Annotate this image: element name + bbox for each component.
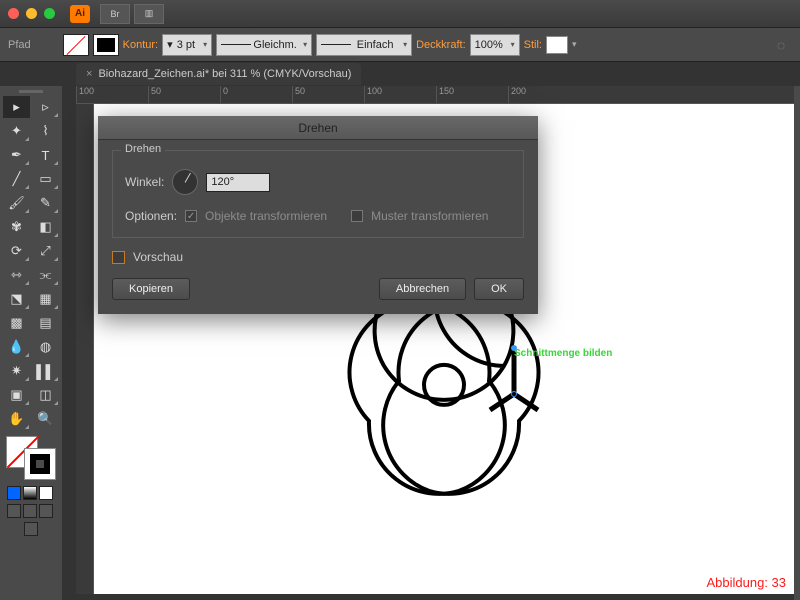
opacity-value: 100% — [475, 39, 503, 51]
close-window-button[interactable] — [8, 8, 19, 19]
blend-tool[interactable]: ◍ — [32, 336, 59, 358]
opacity-dropdown[interactable]: 100%▾ — [470, 34, 520, 56]
brush-definition-dropdown[interactable]: Einfach▾ — [316, 34, 412, 56]
direct-selection-tool[interactable]: ▹ — [32, 96, 59, 118]
arrange-documents-button[interactable]: ▥ — [134, 4, 164, 24]
transform-patterns-checkbox[interactable] — [351, 210, 363, 222]
stroke-box[interactable] — [24, 448, 56, 480]
preview-label: Vorschau — [133, 250, 183, 264]
window-traffic-lights — [8, 8, 55, 19]
draw-normal-button[interactable] — [7, 504, 21, 518]
fieldset-legend: Drehen — [121, 143, 165, 155]
pen-tool[interactable]: ✒ — [3, 144, 30, 166]
type-tool[interactable]: T — [32, 144, 59, 166]
slice-tool[interactable]: ◫ — [32, 384, 59, 406]
stroke-weight-dropdown[interactable]: ▾3 pt▾ — [162, 34, 212, 56]
rotate-dialog: Drehen Drehen Winkel: Optionen: Objekte … — [98, 116, 538, 314]
transform-objects-checkbox[interactable] — [185, 210, 197, 222]
rectangle-tool[interactable]: ▭ — [32, 168, 59, 190]
transform-patterns-label: Muster transformieren — [371, 209, 488, 223]
rotate-fieldset: Drehen Winkel: Optionen: Objekte transfo… — [112, 150, 524, 238]
symbol-sprayer-tool[interactable]: ✷ — [3, 360, 30, 382]
width-tool[interactable]: ⇿ — [3, 264, 30, 286]
minimize-window-button[interactable] — [26, 8, 37, 19]
fill-stroke-control[interactable] — [6, 436, 56, 480]
variable-width-profile-dropdown[interactable]: Gleichm.▾ — [216, 34, 312, 56]
perspective-grid-tool[interactable]: ▦ — [32, 288, 59, 310]
selection-tool[interactable]: ▸ — [3, 96, 30, 118]
right-panel-dock — [794, 86, 800, 600]
transform-objects-label: Objekte transformieren — [205, 209, 327, 223]
angle-gauge[interactable] — [172, 169, 198, 195]
window-titlebar: Ai Br ▥ — [0, 0, 800, 28]
stroke-swatch[interactable] — [93, 34, 119, 56]
options-label: Optionen: — [125, 209, 177, 223]
stroke-label: Kontur: — [123, 39, 158, 51]
paintbrush-tool[interactable]: 🖌 — [3, 192, 30, 214]
rotate-tool[interactable]: ⟳ — [3, 240, 30, 262]
stroke-weight-value: 3 pt — [177, 39, 195, 51]
angle-label: Winkel: — [125, 175, 164, 189]
copy-button[interactable]: Kopieren — [112, 278, 190, 300]
fill-swatch[interactable] — [63, 34, 89, 56]
hand-tool[interactable]: ✋ — [3, 408, 30, 430]
line-tool[interactable]: ╱ — [3, 168, 30, 190]
gradient-mode-button[interactable] — [23, 486, 37, 500]
mesh-tool[interactable]: ▩ — [3, 312, 30, 334]
document-tab[interactable]: × Biohazard_Zeichen.ai* bei 311 % (CMYK/… — [76, 63, 361, 85]
cancel-button[interactable]: Abbrechen — [379, 278, 466, 300]
smart-guide-hint: Schnittmenge bilden — [514, 348, 612, 359]
tools-panel: ▸ ▹ ✦ ⌇ ✒ T ╱ ▭ 🖌 ✎ ✾ ◧ ⟳ ⤢ ⇿ ⫘ ⬔ ▦ ▩ ▤ … — [0, 86, 62, 600]
figure-label: Abbildung: 33 — [706, 575, 786, 590]
screen-mode-row — [3, 520, 59, 538]
control-bar: Pfad Kontur: ▾3 pt▾ Gleichm.▾ Einfach▾ D… — [0, 28, 800, 62]
magic-wand-tool[interactable]: ✦ — [3, 120, 30, 142]
graphic-style-swatch[interactable] — [546, 36, 568, 54]
eyedropper-tool[interactable]: 💧 — [3, 336, 30, 358]
selection-type-label: Pfad — [8, 39, 31, 51]
zoom-window-button[interactable] — [44, 8, 55, 19]
cap-value: Gleichm. — [253, 39, 296, 51]
scale-tool[interactable]: ⤢ — [32, 240, 59, 262]
gradient-tool[interactable]: ▤ — [32, 312, 59, 334]
dialog-title[interactable]: Drehen — [98, 116, 538, 140]
draw-inside-button[interactable] — [39, 504, 53, 518]
column-graph-tool[interactable]: ▌▌ — [32, 360, 59, 382]
document-tab-title: Biohazard_Zeichen.ai* bei 311 % (CMYK/Vo… — [98, 68, 351, 80]
color-mode-row — [3, 484, 59, 502]
screen-mode-button[interactable] — [24, 522, 38, 536]
zoom-tool[interactable]: 🔍 — [32, 408, 59, 430]
preview-checkbox[interactable] — [112, 251, 125, 264]
lasso-tool[interactable]: ⌇ — [32, 120, 59, 142]
color-mode-button[interactable] — [7, 486, 21, 500]
none-mode-button[interactable] — [39, 486, 53, 500]
pencil-tool[interactable]: ✎ — [32, 192, 59, 214]
vertical-ruler[interactable] — [76, 104, 94, 594]
style-label: Stil: — [524, 39, 542, 51]
panel-grip-icon[interactable] — [19, 90, 43, 93]
app-icon: Ai — [70, 5, 90, 23]
free-transform-tool[interactable]: ⫘ — [32, 264, 59, 286]
draw-behind-button[interactable] — [23, 504, 37, 518]
draw-mode-row — [3, 502, 59, 520]
horizontal-ruler[interactable]: 10050050100150200 — [76, 86, 794, 104]
close-tab-icon[interactable]: × — [86, 68, 92, 80]
angle-input[interactable] — [206, 173, 270, 192]
artboard-tool[interactable]: ▣ — [3, 384, 30, 406]
bridge-button[interactable]: Br — [100, 4, 130, 24]
ok-button[interactable]: OK — [474, 278, 524, 300]
eraser-tool[interactable]: ◧ — [32, 216, 59, 238]
document-tabbar: × Biohazard_Zeichen.ai* bei 311 % (CMYK/… — [0, 62, 800, 86]
brush-value: Einfach — [357, 39, 394, 51]
shape-builder-tool[interactable]: ⬔ — [3, 288, 30, 310]
blob-brush-tool[interactable]: ✾ — [3, 216, 30, 238]
opacity-label: Deckkraft: — [416, 39, 466, 51]
sync-settings-icon[interactable]: ◌ — [770, 34, 792, 56]
